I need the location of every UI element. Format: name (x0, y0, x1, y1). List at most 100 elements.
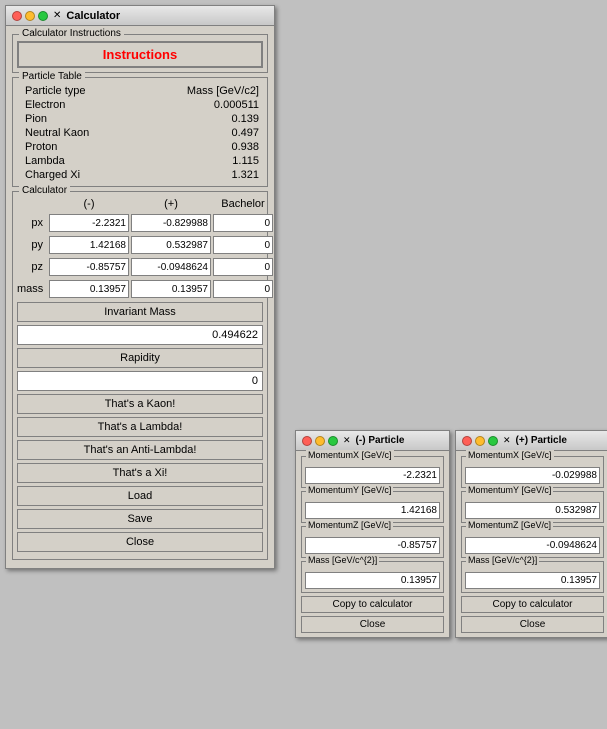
neg-min-tl[interactable] (315, 436, 325, 446)
minus-input[interactable] (49, 258, 129, 276)
popup-field-label: MomentumZ [GeV/c] (466, 520, 553, 530)
calc-column-headers: (-) (+) Bachelor (17, 198, 263, 210)
maximize-traffic-light[interactable] (38, 11, 48, 21)
popup-field-group: MomentumY [GeV/c] (301, 491, 444, 523)
pos-max-tl[interactable] (488, 436, 498, 446)
popup-field-group: MomentumZ [GeV/c] (301, 526, 444, 558)
neg-max-tl[interactable] (328, 436, 338, 446)
particle-row: Charged Xi1.321 (17, 168, 263, 182)
neg-particle-window: ✕ (-) Particle MomentumX [GeV/c] Momentu… (295, 430, 450, 638)
load-button[interactable]: Load (17, 486, 263, 506)
particle-name: Electron (17, 98, 137, 112)
neg-close-tl[interactable] (302, 436, 312, 446)
particle-row: Proton0.938 (17, 140, 263, 154)
pos-popup-body: MomentumX [GeV/c] MomentumY [GeV/c] Mome… (456, 451, 607, 637)
particle-mass: 0.938 (137, 140, 263, 154)
bachelor-input[interactable] (213, 280, 273, 298)
particle-table-group: Particle Table Particle type Mass [GeV/c… (12, 77, 268, 187)
minus-input[interactable] (49, 236, 129, 254)
popup-field-input[interactable] (465, 537, 600, 554)
rapidity-result[interactable] (17, 371, 263, 391)
particle-name: Neutral Kaon (17, 126, 137, 140)
plus-input[interactable] (131, 236, 211, 254)
minimize-traffic-light[interactable] (25, 11, 35, 21)
popup-field-group: MomentumY [GeV/c] (461, 491, 604, 523)
popup-field-label: Mass [GeV/c^{2}] (466, 555, 539, 565)
popup-field-group: Mass [GeV/c^{2}] (461, 561, 604, 593)
main-window-body: Calculator Instructions Instructions Par… (6, 26, 274, 568)
pos-close-tl[interactable] (462, 436, 472, 446)
plus-input[interactable] (131, 214, 211, 232)
that-s-a-kaon--button[interactable]: That's a Kaon! (17, 394, 263, 414)
particle-mass: 1.321 (137, 168, 263, 182)
particle-mass: 0.000511 (137, 98, 263, 112)
main-window: ✕ Calculator Calculator Instructions Ins… (5, 5, 275, 569)
main-titlebar: ✕ Calculator (6, 6, 274, 26)
pos-particle-titlebar: ✕ (+) Particle (456, 431, 607, 451)
close-traffic-light[interactable] (12, 11, 22, 21)
popup-field-label: MomentumX [GeV/c] (306, 450, 394, 460)
save-button[interactable]: Save (17, 509, 263, 529)
particle-row: Electron0.000511 (17, 98, 263, 112)
minus-input[interactable] (49, 214, 129, 232)
popup-close-button[interactable]: Close (301, 616, 444, 633)
neg-particle-titlebar: ✕ (-) Particle (296, 431, 449, 451)
that-s-an-anti-lambda--button[interactable]: That's an Anti-Lambda! (17, 440, 263, 460)
popup-field-input[interactable] (305, 537, 440, 554)
popup-field-input[interactable] (305, 502, 440, 519)
bachelor-input[interactable] (213, 214, 273, 232)
col-bachelor-header: Bachelor (213, 198, 273, 210)
row-label: mass (17, 283, 47, 295)
pos-traffic-lights (462, 436, 498, 446)
row-label: py (17, 239, 47, 251)
calculator-group: Calculator (-) (+) Bachelor px py pz mas… (12, 191, 268, 560)
popup-field-input[interactable] (305, 467, 440, 484)
window-icon: ✕ (53, 10, 61, 21)
popup-field-group: MomentumX [GeV/c] (461, 456, 604, 488)
popup-field-input[interactable] (465, 572, 600, 589)
particle-name: Charged Xi (17, 168, 137, 182)
that-s-a-xi--button[interactable]: That's a Xi! (17, 463, 263, 483)
copy-to-calculator-button[interactable]: Copy to calculator (301, 596, 444, 613)
popup-field-label: MomentumZ [GeV/c] (306, 520, 393, 530)
instructions-group-label: Calculator Instructions (19, 28, 124, 39)
popup-field-input[interactable] (305, 572, 440, 589)
popup-field-group: MomentumZ [GeV/c] (461, 526, 604, 558)
popup-field-input[interactable] (465, 502, 600, 519)
plus-input[interactable] (131, 280, 211, 298)
particle-mass: 0.139 (137, 112, 263, 126)
invariant-mass-button[interactable]: Invariant Mass (17, 302, 263, 322)
calc-row: px (17, 214, 263, 232)
invariant-mass-result[interactable] (17, 325, 263, 345)
minus-input[interactable] (49, 280, 129, 298)
calc-row: py (17, 236, 263, 254)
col-minus-header: (-) (49, 198, 129, 210)
particle-row: Pion0.139 (17, 112, 263, 126)
popup-field-label: MomentumX [GeV/c] (466, 450, 554, 460)
plus-input[interactable] (131, 258, 211, 276)
particle-name: Pion (17, 112, 137, 126)
calculator-group-label: Calculator (19, 185, 70, 196)
copy-to-calculator-button[interactable]: Copy to calculator (461, 596, 604, 613)
bachelor-input[interactable] (213, 236, 273, 254)
popup-field-label: MomentumY [GeV/c] (466, 485, 553, 495)
neg-traffic-lights (302, 436, 338, 446)
calc-row: pz (17, 258, 263, 276)
that-s-a-lambda--button[interactable]: That's a Lambda! (17, 417, 263, 437)
pos-min-tl[interactable] (475, 436, 485, 446)
neg-window-title: (-) Particle (356, 435, 405, 446)
particle-row: Neutral Kaon0.497 (17, 126, 263, 140)
rapidity-button[interactable]: Rapidity (17, 348, 263, 368)
popup-field-label: MomentumY [GeV/c] (306, 485, 393, 495)
particle-col-header: Particle type (17, 84, 137, 98)
popup-close-button[interactable]: Close (461, 616, 604, 633)
main-window-title: Calculator (66, 10, 120, 22)
row-label: pz (17, 261, 47, 273)
particle-name: Lambda (17, 154, 137, 168)
popup-field-input[interactable] (465, 467, 600, 484)
bachelor-input[interactable] (213, 258, 273, 276)
instructions-button[interactable]: Instructions (17, 41, 263, 68)
instructions-group: Calculator Instructions Instructions (12, 34, 268, 73)
close-button[interactable]: Close (17, 532, 263, 552)
particle-table: Particle type Mass [GeV/c2] Electron0.00… (17, 84, 263, 182)
